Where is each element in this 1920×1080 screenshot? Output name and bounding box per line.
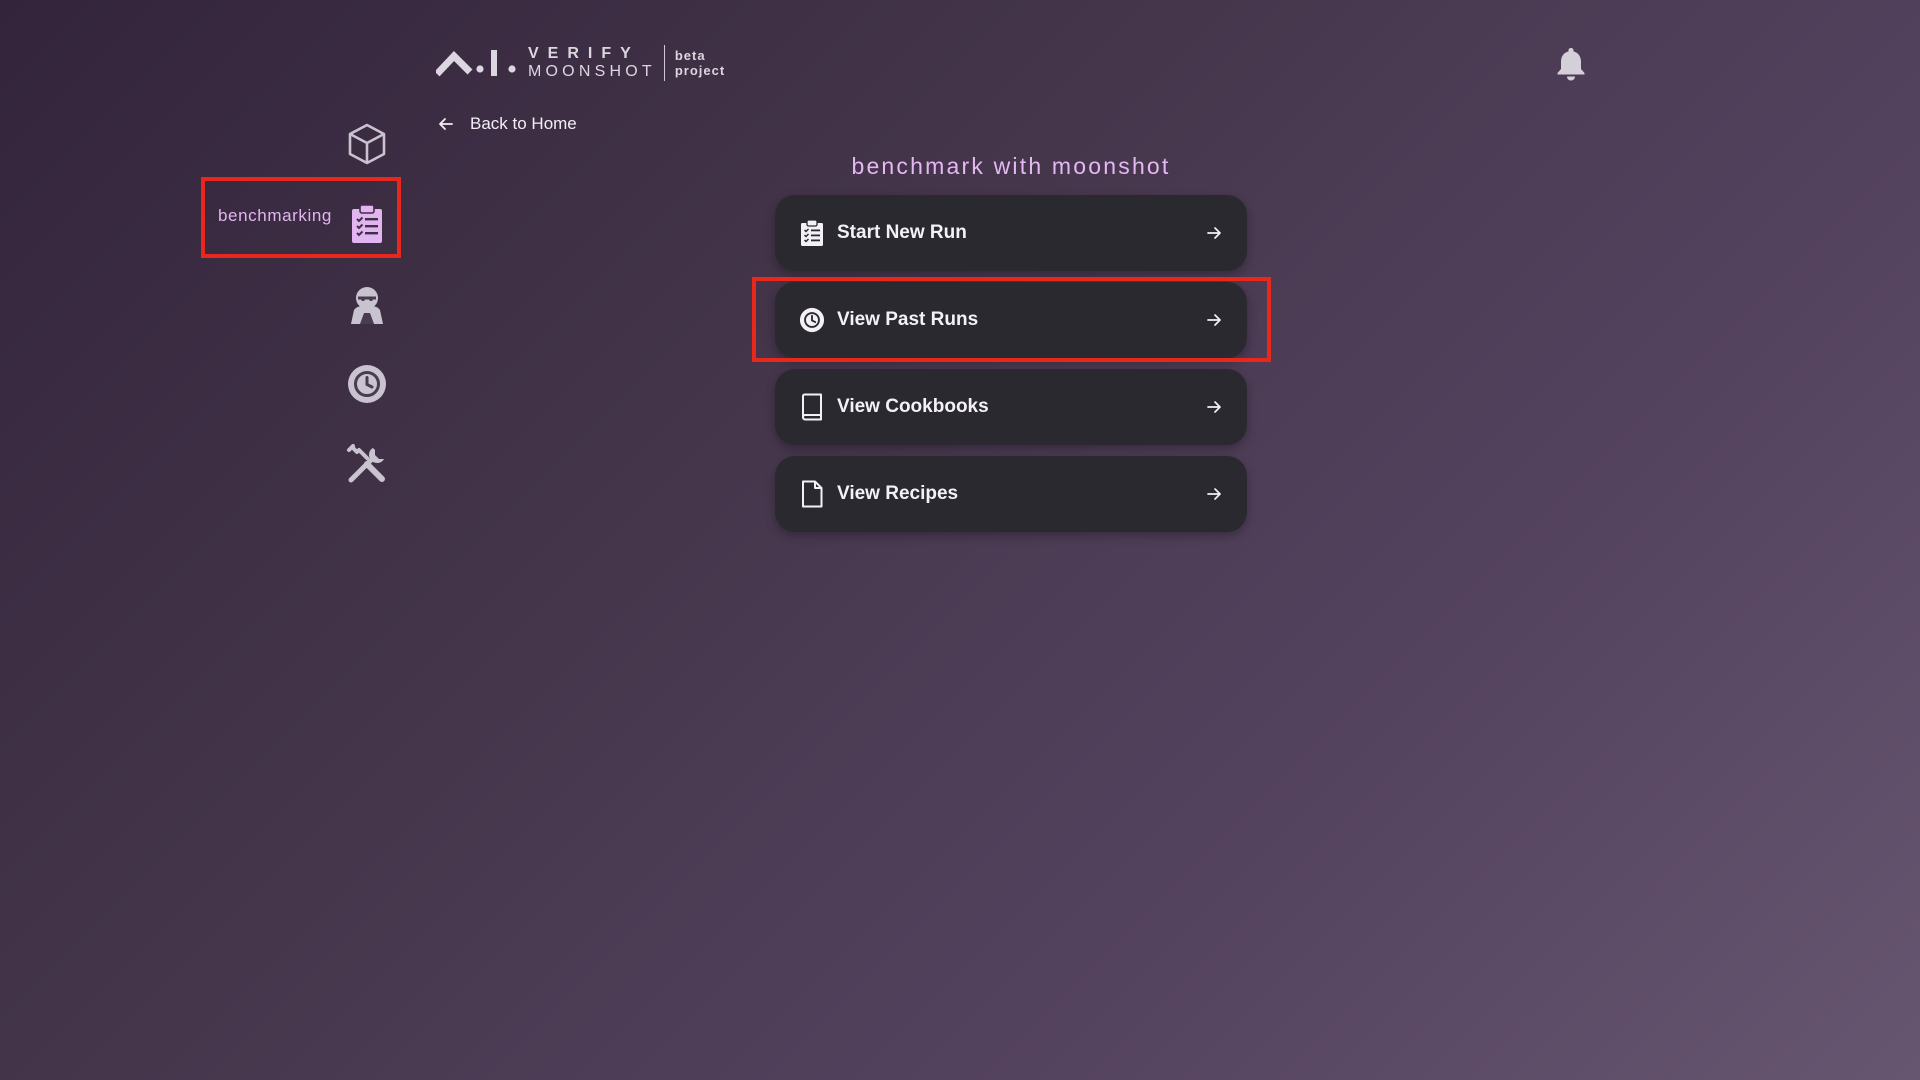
back-to-home-label: Back to Home bbox=[470, 114, 577, 133]
book-icon bbox=[802, 393, 822, 421]
agent-icon bbox=[351, 287, 383, 324]
page-title: benchmark with moonshot bbox=[851, 153, 1171, 179]
arrow-left-icon bbox=[439, 118, 453, 130]
app-logo[interactable]: VERIFY MOONSHOT beta project bbox=[436, 44, 725, 82]
cube-icon bbox=[348, 123, 386, 165]
view-recipes-label: View Recipes bbox=[837, 483, 959, 504]
view-past-runs-button[interactable]: View Past Runs bbox=[775, 282, 1247, 358]
logo-tag: beta project bbox=[675, 48, 725, 78]
sidebar-item-benchmarking-icon-wrap bbox=[345, 202, 389, 246]
view-past-runs-label: View Past Runs bbox=[837, 309, 979, 330]
view-cookbooks-button[interactable]: View Cookbooks bbox=[775, 369, 1247, 445]
start-new-run-button[interactable]: Start New Run bbox=[775, 195, 1247, 271]
logo-divider bbox=[663, 45, 665, 81]
view-recipes-button[interactable]: View Recipes bbox=[775, 456, 1247, 532]
arrow-right-icon bbox=[1207, 227, 1221, 239]
logo-wordmark: VERIFY MOONSHOT bbox=[528, 46, 656, 80]
logo-tag-project: project bbox=[674, 63, 726, 78]
clipboard-list-icon bbox=[352, 204, 382, 243]
history-icon bbox=[348, 365, 386, 403]
history-icon bbox=[799, 307, 825, 333]
sidebar-item-red-teaming[interactable] bbox=[345, 282, 389, 326]
logo-word-verify: VERIFY bbox=[528, 45, 640, 62]
arrow-right-icon bbox=[1207, 488, 1221, 500]
sidebar-item-history[interactable] bbox=[345, 362, 389, 406]
file-icon bbox=[802, 480, 823, 508]
view-cookbooks-label: View Cookbooks bbox=[837, 396, 989, 417]
card-icon-wrap bbox=[799, 219, 825, 247]
notification-bell-icon[interactable] bbox=[1554, 45, 1588, 81]
sidebar-item-models[interactable] bbox=[345, 122, 389, 166]
tools-icon bbox=[347, 444, 385, 483]
card-icon-wrap bbox=[799, 480, 825, 508]
logo-tag-beta: beta bbox=[674, 48, 706, 63]
arrow-right-icon bbox=[1207, 401, 1221, 413]
sidebar-item-utilities[interactable] bbox=[345, 442, 389, 486]
back-to-home-link[interactable]: Back to Home bbox=[436, 112, 577, 136]
logo-word-moonshot: MOONSHOT bbox=[528, 63, 656, 80]
card-icon-wrap bbox=[799, 393, 825, 421]
sidebar-item-benchmarking-label: benchmarking bbox=[218, 206, 332, 225]
clipboard-list-icon bbox=[801, 219, 823, 246]
arrow-right-icon bbox=[1207, 314, 1221, 326]
card-icon-wrap bbox=[799, 306, 825, 334]
start-new-run-label: Start New Run bbox=[837, 222, 967, 243]
aiverify-logo-icon bbox=[436, 50, 516, 77]
